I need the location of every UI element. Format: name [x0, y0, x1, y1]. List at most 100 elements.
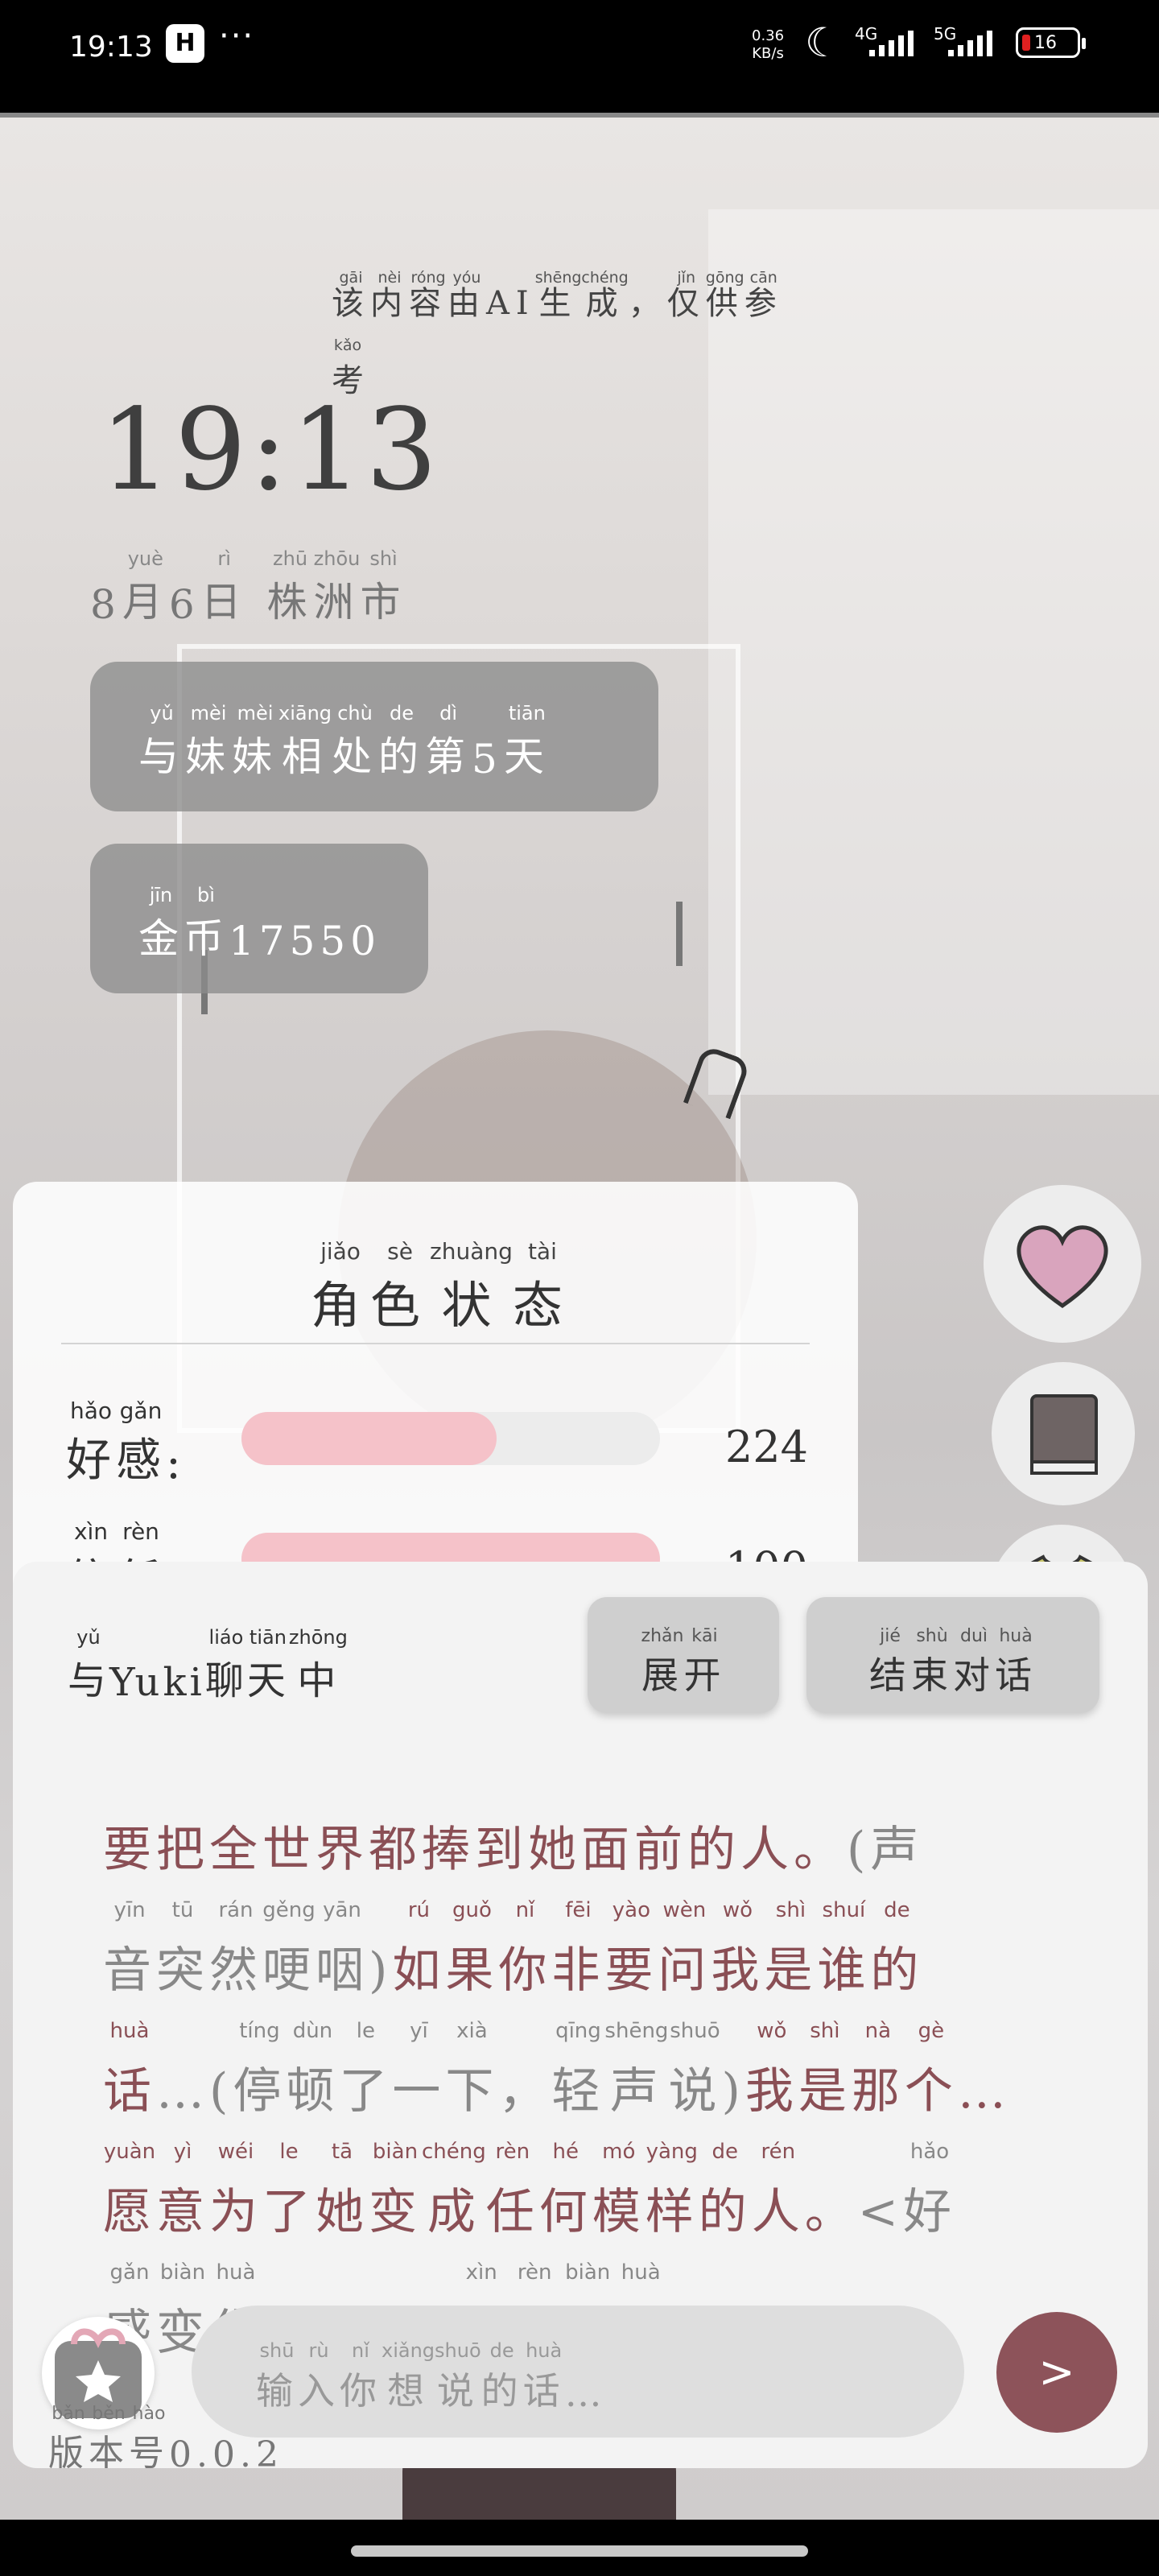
dialogue-line: 要 把 全 世 界 都 捧 到 她 面 前 的 人 。 ( 声 [103, 1777, 1069, 1898]
notice-char: róng 容 [409, 269, 448, 322]
send-button[interactable]: > [996, 2312, 1117, 2433]
battery-icon: 16 [1016, 27, 1086, 58]
affection-button[interactable] [984, 1185, 1141, 1343]
dialogue-char: hé 何 [538, 2140, 592, 2240]
home-indicator[interactable] [351, 2545, 808, 2557]
dialogue-char: shuí 谁 [817, 1898, 871, 1999]
dialogue-char: < [857, 2184, 904, 2240]
dialogue-char: de 的 [698, 2140, 752, 2240]
dialogue-char: 世 [262, 1822, 316, 1878]
dialogue-char: 人 [740, 1822, 794, 1878]
affection-value: 224 [724, 1422, 808, 1472]
dialogue-char: hǎo 好 [903, 2140, 957, 2240]
dialogue-char: wǒ 我 [711, 1898, 765, 1999]
label-char: : [166, 1437, 186, 1489]
days-char: tiān 天 [503, 702, 551, 780]
days-together-text: yǔ 与 mèi 妹 mèi 妹 xiāng 相 chù 处 de 的 dì 第 5 tiān 天 [138, 702, 551, 782]
end-conversation-button[interactable]: jié 结 shù 束 duì 对 huà 话 [806, 1597, 1099, 1713]
dialogue-char: rú 如 [392, 1898, 446, 1999]
button-char: huà 话 [995, 1626, 1037, 1697]
dialogue-char: 。 [794, 1822, 847, 1878]
dialogue-char: 面 [581, 1822, 634, 1878]
dialogue-char: 全 [209, 1822, 262, 1878]
message-input[interactable]: shū 输 rù 入 nǐ 你 xiǎng 想 shuō 说 de 的 huà 话 … [192, 2306, 964, 2438]
date-char: yuè 月 [122, 547, 169, 625]
title-char: jiǎo 角 [311, 1238, 371, 1335]
coins-badge: jīn 金 bì 币 17550 [90, 844, 428, 993]
dialogue-char: 界 [316, 1822, 369, 1878]
date-char [248, 559, 267, 628]
affection-bar [241, 1412, 660, 1465]
dialogue-char: 捧 [422, 1822, 475, 1878]
battery-level: 16 [1034, 33, 1057, 53]
dialogue-char: …( [156, 2063, 233, 2120]
placeholder-char: shuō 说 [435, 2339, 481, 2413]
version-char: běn 本 [89, 2404, 129, 2474]
notice-char: yóu 由 [448, 269, 486, 322]
label-char: gǎn 感 [116, 1397, 166, 1487]
days-char: mèi 妹 [232, 702, 278, 780]
signal-bars-icon [869, 31, 914, 56]
network-speed-unit: KB/s [752, 45, 784, 62]
dialogue-char: rén 人 [751, 2140, 805, 2240]
days-char: mèi 妹 [185, 702, 232, 780]
dialogue-char: mó 模 [592, 2140, 645, 2240]
message-input-placeholder: shū 输 rù 入 nǐ 你 xiǎng 想 shuō 说 de 的 huà 话 … [256, 2339, 607, 2415]
label-char: hǎo 好 [66, 1397, 116, 1487]
expand-button-label: zhǎn 展 kāi 开 [588, 1626, 779, 1699]
window-light [708, 209, 1159, 1095]
dialogue-char: 。 [804, 2184, 858, 2240]
version-label: bǎn 版 běn 本 hào 号 0.0.2 [48, 2404, 283, 2475]
dialogue-char: 的 [687, 1822, 740, 1878]
chat-with-char: liáo 聊 [204, 1626, 247, 1703]
dialogue-char: gè 个 [904, 2019, 958, 2120]
notice-char: AI [486, 285, 535, 322]
dialogue-char: ) [369, 1942, 393, 1999]
button-char: duì 对 [953, 1626, 995, 1697]
placeholder-char: … [564, 2372, 607, 2415]
version-char: bǎn 版 [48, 2404, 89, 2474]
notice-char: shēng 生 [534, 269, 582, 322]
version-char: 0.0.2 [169, 2434, 283, 2475]
dialogue-char: yīn 音 [103, 1898, 156, 1999]
dialogue-char: qīng 轻 [551, 2019, 605, 2120]
do-not-disturb-icon: ☾ [805, 19, 841, 66]
divider [61, 1343, 810, 1344]
days-char: 5 [472, 736, 504, 782]
end-conversation-label: jié 结 shù 束 duì 对 huà 话 [806, 1626, 1099, 1699]
more-notifications-icon: ··· [219, 18, 255, 55]
button-char: shù 束 [911, 1626, 953, 1697]
dialogue-char: yuàn 愿 [103, 2140, 156, 2240]
dialogue-char: rèn任 [485, 2140, 539, 2240]
days-char: yǔ 与 [138, 702, 185, 780]
dialogue-char: shì 是 [798, 2019, 852, 2120]
dialogue-char: wǒ 我 [744, 2019, 798, 2120]
dialogue-char: shì 是 [764, 1898, 818, 1999]
dialogue-char: 要 [103, 1822, 156, 1878]
coins-text: jīn 金 bì 币 17550 [138, 884, 381, 964]
dialogue-char: 前 [634, 1822, 687, 1878]
expand-button[interactable]: zhǎn 展 kāi 开 [588, 1597, 779, 1713]
dialogue-char: chéng 成 [422, 2140, 486, 2240]
dialogue-char: yān 咽 [316, 1898, 369, 1999]
story-button[interactable] [992, 1362, 1135, 1505]
notice-char: chéng 成 [581, 269, 629, 322]
notice-char: gōng 供 [705, 269, 744, 322]
notice-char: ， [628, 285, 667, 322]
dialogue-char: 到 [475, 1822, 528, 1878]
chat-with-char: Yuki [109, 1660, 205, 1705]
dialogue-char: … [957, 2063, 1011, 2120]
dialogue-char: le 了 [262, 2140, 316, 2240]
status-bar: 19:13 H ··· 0.36 KB/s ☾ 4G 5G 16 [0, 0, 1159, 113]
days-together-badge: yǔ 与 mèi 妹 mèi 妹 xiāng 相 chù 处 de 的 dì 第 5 tiān 天 [90, 662, 658, 811]
affection-bar-fill [241, 1412, 497, 1465]
dialogue-char: dùn 顿 [286, 2019, 340, 2120]
days-char: dì 第 [425, 702, 472, 780]
notice-char: cān 参 [744, 269, 783, 322]
dialogue-char: 她 [528, 1822, 581, 1878]
dialogue-char: 把 [156, 1822, 209, 1878]
days-char: de 的 [378, 702, 426, 780]
heart-icon [1017, 1225, 1108, 1309]
button-char: kāi 开 [683, 1626, 726, 1697]
affection-label: hǎo 好 gǎn 感 : [66, 1397, 186, 1489]
